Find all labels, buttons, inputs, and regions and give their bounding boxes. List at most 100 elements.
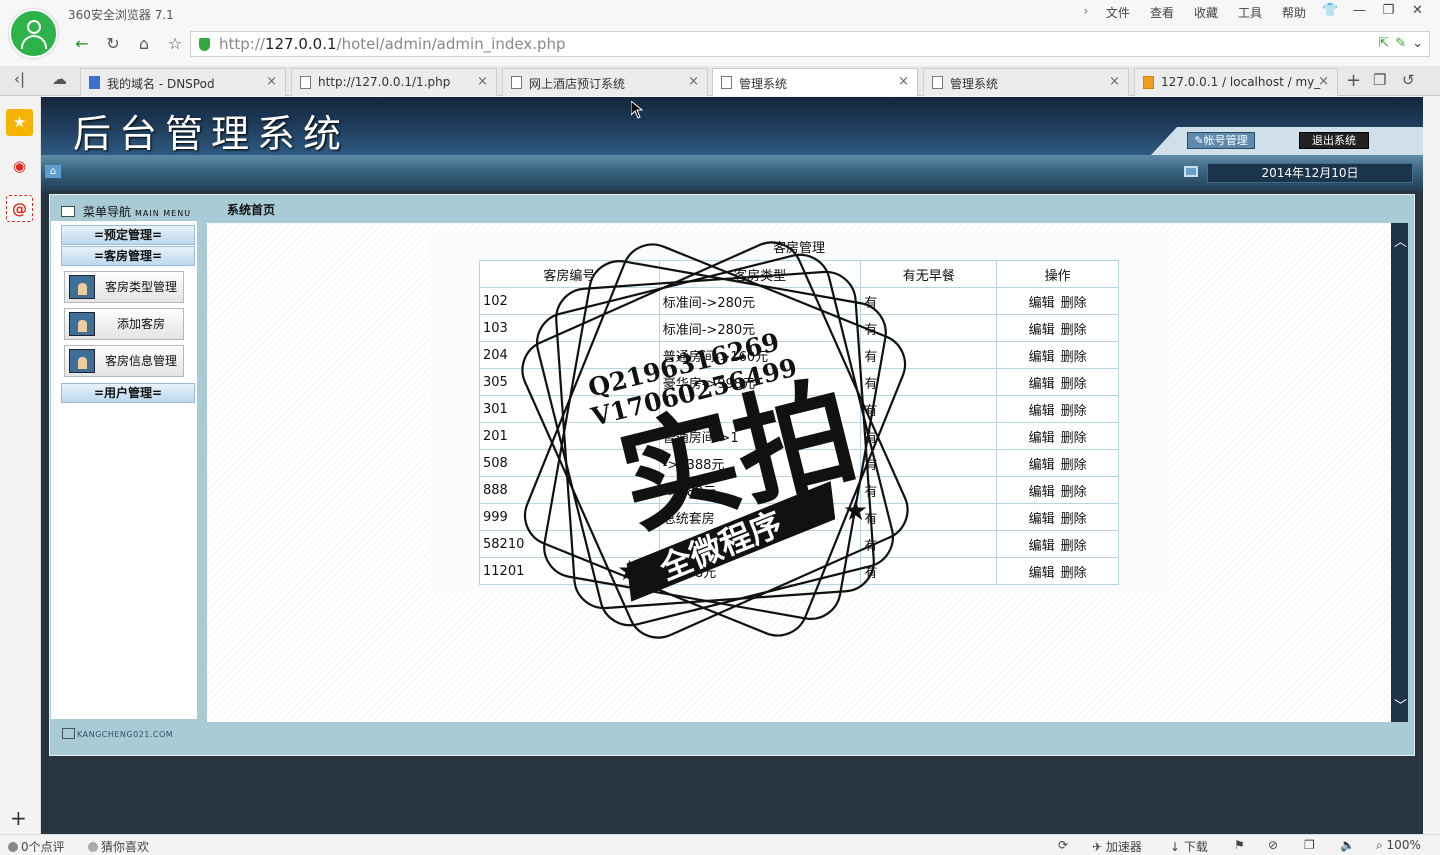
favorites-star-icon[interactable]: ★ [6,109,33,136]
room-type-cell: 普通房间->1 [658,422,862,450]
menu-view[interactable]: 查看 [1140,4,1184,21]
menu-group-users[interactable]: =用户管理= [61,383,195,403]
close-tab-icon[interactable]: × [1109,74,1120,89]
delete-link[interactable]: 删除 [1061,566,1087,581]
maximize-button[interactable]: ❐ [1374,2,1403,22]
phpmyadmin-icon [1143,76,1154,89]
flag-icon[interactable]: ⚑ [1234,838,1245,852]
actions-cell: 编辑 删除 [996,314,1119,342]
menu-help[interactable]: 帮助 [1272,4,1316,21]
comment-icon [8,842,18,852]
cloud-icon[interactable]: ☁ [52,70,67,88]
menu-item-room-types[interactable]: 客房类型管理 [64,271,184,303]
close-tab-icon[interactable]: × [477,74,488,89]
weibo-icon[interactable]: ◉ [6,153,33,180]
delete-link[interactable]: 删除 [1061,431,1087,446]
menu-group-rooms[interactable]: =客房管理= [61,246,195,266]
chevron-right-icon[interactable]: › [1076,4,1096,21]
mail-icon[interactable]: @ [6,195,33,222]
user-avatar[interactable] [9,9,58,58]
edit-link[interactable]: 编辑 [1029,350,1055,365]
status-download[interactable]: ↓ 下载 [1170,838,1208,855]
tab-hotel-booking[interactable]: 网上酒店预订系统 × [502,68,708,96]
tab-1php[interactable]: http://127.0.0.1/1.php × [291,68,497,96]
menu-group-booking[interactable]: =预定管理= [61,225,195,245]
new-tab-icon[interactable]: + [1346,70,1361,91]
tab-list-icon[interactable]: ‹| [14,70,25,88]
favorite-star-icon[interactable]: ☆ [164,33,186,55]
breakfast-cell: 有 [860,341,998,369]
tab-phpmyadmin[interactable]: 127.0.0.1 / localhost / my_ × [1134,68,1338,96]
edit-link[interactable]: 编辑 [1029,485,1055,500]
actions-cell: 编辑 删除 [996,287,1119,315]
edit-link[interactable]: 编辑 [1029,539,1055,554]
tab-manager-icon[interactable]: ❐ [1373,71,1386,89]
share-icon[interactable]: ⇱ [1378,36,1389,51]
home-icon[interactable]: ⌂ [45,165,61,178]
menu-item-add-room[interactable]: 添加客房 [64,308,184,340]
room-management-panel: 客房管理 客房编号 客房类型 有无早餐 操作 102 标准间->280元有编辑 删除… [430,233,1168,593]
speedup-icon[interactable]: ⟳ [1058,838,1068,852]
edit-link[interactable]: 编辑 [1029,296,1055,311]
status-reviews[interactable]: 0个点评 [8,838,65,855]
close-tab-icon[interactable]: × [688,74,699,89]
tab-admin[interactable]: 管理系统 × [923,68,1129,96]
edit-link[interactable]: 编辑 [1029,431,1055,446]
delete-link[interactable]: 删除 [1061,512,1087,527]
menu-item-room-info[interactable]: 客房信息管理 [64,345,184,377]
edit-link[interactable]: 编辑 [1029,377,1055,392]
delete-link[interactable]: 删除 [1061,350,1087,365]
clean-icon[interactable]: ⊘ [1268,838,1278,852]
room-id-cell: 11201 [479,557,660,585]
delete-link[interactable]: 删除 [1061,296,1087,311]
add-sidebar-icon[interactable]: + [10,806,27,830]
page-icon [721,76,732,89]
scroll-up-icon[interactable]: ︿ [1394,231,1407,250]
delete-link[interactable]: 删除 [1061,458,1087,473]
back-icon[interactable]: ← [71,33,93,55]
scroll-down-icon[interactable]: ﹀ [1394,695,1407,714]
menu-icon [61,206,75,217]
edit-link[interactable]: 编辑 [1029,566,1055,581]
delete-link[interactable]: 删除 [1061,539,1087,554]
window-icon[interactable]: ❐ [1304,838,1315,852]
dropdown-chevron-icon[interactable]: ⌄ [1412,36,1423,51]
url-text[interactable]: http://127.0.0.1/hotel/admin/admin_index… [219,35,566,53]
menu-file[interactable]: 文件 [1096,4,1140,21]
content-scrollbar[interactable]: ︿ ﹀ [1391,223,1408,722]
delete-link[interactable]: 删除 [1061,485,1087,500]
menu-favorites[interactable]: 收藏 [1184,4,1228,21]
edit-link[interactable]: 编辑 [1029,404,1055,419]
close-tab-icon[interactable]: × [266,74,277,89]
close-tab-icon[interactable]: × [1318,74,1329,89]
tab-admin-active[interactable]: 管理系统 × [712,68,918,96]
refresh-icon[interactable]: ↻ [102,33,124,55]
breakfast-cell: 有 [860,449,998,477]
close-tab-icon[interactable]: × [898,74,909,89]
app-title: 360安全浏览器 7.1 [68,8,174,22]
edit-link[interactable]: 编辑 [1029,458,1055,473]
status-zoom[interactable]: ⌕ 100% [1376,838,1421,853]
menu-tools[interactable]: 工具 [1228,4,1272,21]
tab-dnspod[interactable]: 我的域名 - DNSPod × [80,68,286,96]
home-icon[interactable]: ⌂ [133,33,155,55]
status-recommend[interactable]: 猜你喜欢 [88,838,149,855]
edit-link[interactable]: 编辑 [1029,323,1055,338]
delete-link[interactable]: 删除 [1061,404,1087,419]
volume-icon[interactable]: 🔈 [1340,838,1355,852]
delete-link[interactable]: 删除 [1061,323,1087,338]
skin-icon[interactable]: 👕 [1316,2,1345,22]
breakfast-cell: 有 [860,368,998,396]
status-accelerator[interactable]: ✈ 加速器 [1092,838,1142,855]
url-field[interactable]: http://127.0.0.1/hotel/admin/admin_index… [190,31,1430,57]
logout-button[interactable]: 退出系统 [1299,132,1369,149]
account-manage-button[interactable]: ✎帐号管理 [1187,132,1255,149]
minimize-button[interactable]: — [1345,2,1374,22]
edit-link[interactable]: 编辑 [1029,512,1055,527]
undo-close-icon[interactable]: ↺ [1402,71,1415,89]
menu-item-label: 客房信息管理 [105,354,178,368]
table-row: 999 总统套房有编辑 删除 [479,503,1119,531]
compat-mode-icon[interactable]: ✎ [1395,36,1406,51]
close-window-button[interactable]: ✕ [1403,2,1432,22]
delete-link[interactable]: 删除 [1061,377,1087,392]
